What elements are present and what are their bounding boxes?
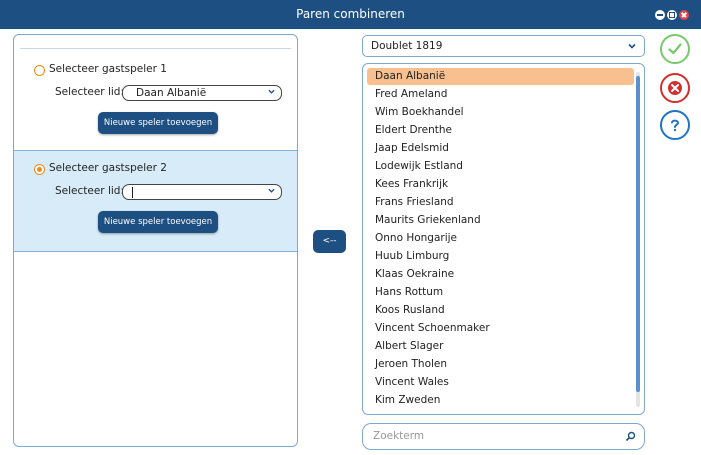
guest-player-2-label: Selecteer gastspeler 2 xyxy=(49,162,167,174)
cancel-button[interactable] xyxy=(660,73,690,103)
chevron-down-icon xyxy=(628,43,636,49)
member-select-1[interactable]: Daan Albanië xyxy=(122,85,282,101)
member-list-item[interactable]: Onno Hongarije xyxy=(367,230,634,247)
search-icon[interactable] xyxy=(625,431,636,442)
member-list-item[interactable]: Huub Limburg xyxy=(367,248,634,265)
check-icon xyxy=(668,43,682,55)
member-list-item[interactable]: Daan Albanië xyxy=(367,68,634,85)
question-icon xyxy=(671,119,680,132)
text-cursor xyxy=(132,187,133,198)
guest-player-1-label: Selecteer gastspeler 1 xyxy=(49,63,167,75)
member-list-item[interactable]: Hans Rottum xyxy=(367,284,634,301)
member-list-item[interactable]: Eldert Drenthe xyxy=(367,122,634,139)
member-list-item[interactable]: Jaap Edelsmid xyxy=(367,140,634,157)
divider xyxy=(20,48,291,49)
chevron-down-icon xyxy=(268,188,275,193)
doublet-select[interactable]: Doublet 1819 xyxy=(362,35,645,57)
search-placeholder: Zoekterm xyxy=(373,430,425,442)
guest-player-1-radio[interactable] xyxy=(34,65,45,76)
doublet-select-value: Doublet 1819 xyxy=(371,40,443,52)
confirm-button[interactable] xyxy=(660,34,690,64)
chevron-down-icon xyxy=(268,89,275,94)
guest-player-2-section: Selecteer gastspeler 2 Selecteer lid: Ni… xyxy=(14,150,297,252)
guest-player-2-radio[interactable] xyxy=(34,164,45,175)
member-list[interactable]: Daan Albanië Fred Ameland Wim Boekhandel El… xyxy=(362,63,645,415)
member-list-item[interactable]: Koos Rusland xyxy=(367,302,634,319)
title-bar: Paren combineren xyxy=(0,0,701,29)
transfer-button[interactable]: <-- xyxy=(313,230,346,253)
member-list-item[interactable]: Vincent Wales xyxy=(367,374,634,391)
member-list-item[interactable]: Frans Friesland xyxy=(367,194,634,211)
guest-player-panel: Selecteer gastspeler 1 Selecteer lid: Da… xyxy=(13,34,298,447)
member-label: Selecteer lid: xyxy=(55,86,125,98)
member-list-item[interactable]: Kim Zweden xyxy=(367,392,634,409)
add-new-player-1-button[interactable]: Nieuwe speler toevoegen xyxy=(98,112,218,134)
add-new-player-2-button[interactable]: Nieuwe speler toevoegen xyxy=(98,211,218,233)
help-button[interactable] xyxy=(660,110,690,140)
member-list-item[interactable]: Kees Frankrijk xyxy=(367,176,634,193)
member-list-item[interactable]: Wim Boekhandel xyxy=(367,104,634,121)
window-title: Paren combineren xyxy=(296,7,405,21)
member-list-item[interactable]: Vincent Schoenmaker xyxy=(367,320,634,337)
member-list-item[interactable]: Fred Ameland xyxy=(367,86,634,103)
member-list-item[interactable]: Lodewijk Estland xyxy=(367,158,634,175)
maximize-icon[interactable] xyxy=(667,10,677,20)
member-select-1-value: Daan Albanië xyxy=(136,87,207,99)
member-label: Selecteer lid: xyxy=(55,185,125,197)
close-window-icon[interactable] xyxy=(679,10,689,20)
scrollbar-thumb[interactable] xyxy=(636,76,640,392)
member-list-item[interactable]: Maurits Griekenland xyxy=(367,212,634,229)
member-select-2[interactable] xyxy=(122,184,282,200)
member-list-item[interactable]: Klaas Oekraine xyxy=(367,266,634,283)
close-icon xyxy=(668,81,682,95)
search-field[interactable]: Zoekterm xyxy=(362,423,645,450)
member-list-item[interactable]: Jeroen Tholen xyxy=(367,356,634,373)
guest-player-1-section: Selecteer gastspeler 1 Selecteer lid: Da… xyxy=(14,57,297,147)
minimize-icon[interactable] xyxy=(655,10,665,20)
scrollbar[interactable] xyxy=(636,72,640,407)
member-list-item[interactable]: Albert Slager xyxy=(367,338,634,355)
